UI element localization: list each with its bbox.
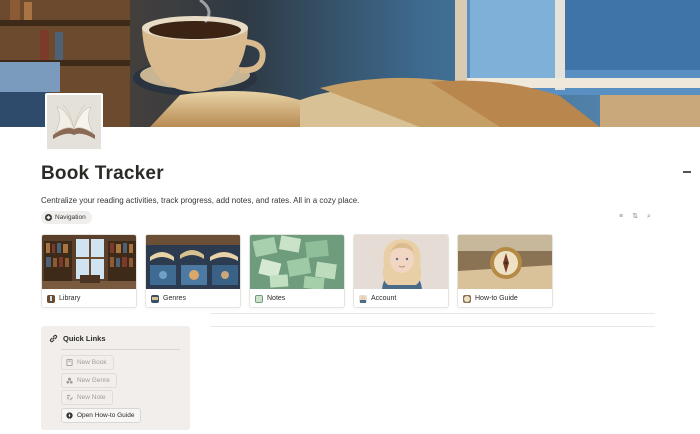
collapse-icon[interactable]	[681, 166, 693, 178]
card-label: How-to Guide	[475, 295, 518, 302]
new-note-label: New Note	[77, 394, 106, 401]
page-title: Book Tracker	[41, 163, 164, 184]
library-icon	[47, 294, 55, 303]
search-icon[interactable]: ⌕	[645, 213, 653, 221]
card-label: Genres	[163, 295, 186, 302]
genre-icon	[66, 377, 73, 384]
divider	[61, 349, 180, 350]
note-icon	[66, 394, 73, 401]
page-description: Centralize your reading activities, trac…	[41, 196, 360, 205]
quick-links-panel: Quick Links New Book New Genre New Note …	[41, 326, 190, 430]
compass-icon	[463, 294, 471, 303]
genres-image	[146, 235, 240, 289]
card-genres[interactable]: Genres	[145, 234, 241, 308]
how-to-guide-image	[458, 235, 552, 289]
book-icon	[66, 359, 73, 366]
compass-icon	[45, 214, 52, 221]
open-how-to-guide-label: Open How-to Guide	[77, 412, 135, 419]
divider	[210, 313, 655, 314]
account-image	[354, 235, 448, 289]
card-notes[interactable]: Notes	[249, 234, 345, 308]
navigation-gallery: Library Genres Notes Account How-to Guid…	[41, 234, 553, 308]
genres-icon	[151, 294, 159, 303]
library-image	[42, 235, 136, 289]
card-how-to-guide[interactable]: How-to Guide	[457, 234, 553, 308]
compass-icon	[66, 412, 73, 419]
divider	[210, 326, 655, 327]
open-how-to-guide-button[interactable]: Open How-to Guide	[61, 408, 142, 423]
new-book-label: New Book	[77, 359, 107, 366]
link-icon	[49, 334, 58, 343]
card-account[interactable]: Account	[353, 234, 449, 308]
card-label: Library	[59, 295, 81, 302]
account-icon	[359, 294, 367, 303]
card-label: Account	[371, 295, 397, 302]
filter-icon[interactable]: ≡	[617, 213, 625, 221]
new-note-button[interactable]: New Note	[61, 390, 113, 405]
database-toolbar: ≡ ⇅ ⌕	[617, 213, 653, 221]
sort-icon[interactable]: ⇅	[631, 213, 639, 221]
notes-image	[250, 235, 344, 289]
page-icon-book	[45, 93, 103, 151]
new-genre-label: New Genre	[77, 377, 110, 384]
navigation-tab-label: Navigation	[55, 214, 86, 221]
card-library[interactable]: Library	[41, 234, 137, 308]
card-label: Notes	[267, 295, 286, 302]
navigation-tab[interactable]: Navigation	[41, 211, 92, 224]
quick-links-title: Quick Links	[63, 334, 106, 343]
cover-image	[0, 0, 700, 127]
new-book-button[interactable]: New Book	[61, 355, 114, 370]
notes-icon	[255, 294, 263, 303]
new-genre-button[interactable]: New Genre	[61, 373, 117, 388]
